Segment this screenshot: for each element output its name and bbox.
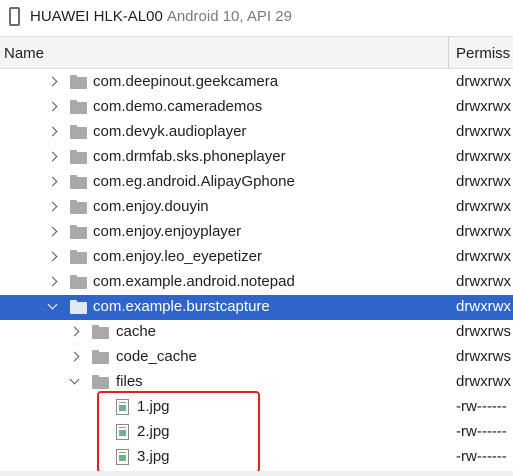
chevron-right-icon[interactable] — [69, 351, 80, 362]
row-permissions: drwxrwx — [456, 73, 511, 90]
chevron-right-icon[interactable] — [47, 151, 58, 162]
row-label: cache — [116, 323, 157, 340]
chevron-right-icon[interactable] — [47, 201, 58, 212]
row-permissions: drwxrws — [456, 323, 511, 340]
column-header-name[interactable]: Name — [4, 45, 44, 62]
folder-row[interactable]: com.eg.android.AlipayGphone drwxrwx — [0, 170, 513, 195]
row-label: com.enjoy.leo_eyepetizer — [93, 248, 262, 265]
row-label: com.deepinout.geekcamera — [93, 73, 279, 90]
row-permissions: drwxrwx — [456, 98, 511, 115]
chevron-right-icon[interactable] — [47, 176, 58, 187]
chevron-right-icon[interactable] — [47, 126, 58, 137]
folder-row[interactable]: com.example.burstcapture drwxrwx — [0, 295, 513, 320]
file-row[interactable]: 3.jpg -rw------ — [0, 445, 513, 470]
row-label: com.example.android.notepad — [93, 273, 295, 290]
column-header: Name Permiss — [0, 36, 513, 69]
folder-row[interactable]: com.example.android.notepad drwxrwx — [0, 270, 513, 295]
row-label: com.demo.camerademos — [93, 98, 263, 115]
folder-icon — [70, 100, 87, 114]
row-permissions: drwxrws — [456, 348, 511, 365]
row-permissions: drwxrwx — [456, 373, 511, 390]
row-permissions: drwxrwx — [456, 223, 511, 240]
row-label: com.example.burstcapture — [93, 298, 270, 315]
folder-row[interactable]: com.devyk.audioplayer drwxrwx — [0, 120, 513, 145]
chevron-right-icon[interactable] — [47, 226, 58, 237]
row-permissions: -rw------ — [456, 423, 507, 440]
file-tree: com.deepinout.geekcamera drwxrwx com.demo.… — [0, 69, 513, 476]
folder-icon — [70, 75, 87, 89]
chevron-down-icon[interactable] — [47, 299, 58, 310]
chevron-right-icon[interactable] — [69, 326, 80, 337]
column-divider[interactable] — [448, 37, 449, 68]
folder-icon — [70, 200, 87, 214]
chevron-right-icon[interactable] — [47, 276, 58, 287]
chevron-right-icon[interactable] — [47, 251, 58, 262]
row-label: 1.jpg — [137, 398, 170, 415]
folder-row[interactable]: com.enjoy.enjoyplayer drwxrwx — [0, 220, 513, 245]
image-file-icon — [116, 449, 129, 465]
row-label: com.drmfab.sks.phoneplayer — [93, 148, 286, 165]
folder-row[interactable]: com.demo.camerademos drwxrwx — [0, 95, 513, 120]
folder-icon — [92, 375, 109, 389]
folder-icon — [92, 325, 109, 339]
device-selector[interactable]: HUAWEI HLK-AL00 Android 10, API 29 — [0, 0, 513, 36]
horizontal-scrollbar-track[interactable] — [0, 471, 513, 476]
phone-icon — [9, 7, 20, 26]
row-label: files — [116, 373, 143, 390]
folder-row[interactable]: com.drmfab.sks.phoneplayer drwxrwx — [0, 145, 513, 170]
file-row[interactable]: 2.jpg -rw------ — [0, 420, 513, 445]
folder-row[interactable]: com.deepinout.geekcamera drwxrwx — [0, 70, 513, 95]
folder-row[interactable]: com.enjoy.leo_eyepetizer drwxrwx — [0, 245, 513, 270]
row-label: com.enjoy.douyin — [93, 198, 209, 215]
file-row[interactable]: 1.jpg -rw------ — [0, 395, 513, 420]
device-details: Android 10, API 29 — [166, 8, 292, 25]
folder-row[interactable]: files drwxrwx — [0, 370, 513, 395]
row-permissions: drwxrwx — [456, 123, 511, 140]
folder-icon — [70, 250, 87, 264]
row-permissions: drwxrwx — [456, 148, 511, 165]
row-label: code_cache — [116, 348, 197, 365]
row-permissions: -rw------ — [456, 448, 507, 465]
folder-row[interactable]: cache drwxrws — [0, 320, 513, 345]
folder-icon — [70, 275, 87, 289]
folder-icon — [70, 150, 87, 164]
row-permissions: drwxrwx — [456, 173, 511, 190]
row-permissions: drwxrwx — [456, 248, 511, 265]
chevron-down-icon[interactable] — [69, 374, 80, 385]
image-file-icon — [116, 424, 129, 440]
folder-icon — [70, 175, 87, 189]
folder-icon — [70, 300, 87, 314]
chevron-right-icon[interactable] — [47, 101, 58, 112]
row-label: com.devyk.audioplayer — [93, 123, 247, 140]
row-label: com.eg.android.AlipayGphone — [93, 173, 295, 190]
folder-icon — [92, 350, 109, 364]
folder-row[interactable]: code_cache drwxrws — [0, 345, 513, 370]
device-name: HUAWEI HLK-AL00 Android 10, API 29 — [30, 8, 292, 25]
row-label: com.enjoy.enjoyplayer — [93, 223, 242, 240]
folder-icon — [70, 225, 87, 239]
row-permissions: drwxrwx — [456, 273, 511, 290]
row-permissions: drwxrwx — [456, 298, 511, 315]
folder-icon — [70, 125, 87, 139]
chevron-right-icon[interactable] — [47, 76, 58, 87]
row-label: 2.jpg — [137, 423, 170, 440]
image-file-icon — [116, 399, 129, 415]
row-label: 3.jpg — [137, 448, 170, 465]
column-header-permissions[interactable]: Permiss — [456, 45, 510, 62]
row-permissions: -rw------ — [456, 398, 507, 415]
row-permissions: drwxrwx — [456, 198, 511, 215]
folder-row[interactable]: com.enjoy.douyin drwxrwx — [0, 195, 513, 220]
